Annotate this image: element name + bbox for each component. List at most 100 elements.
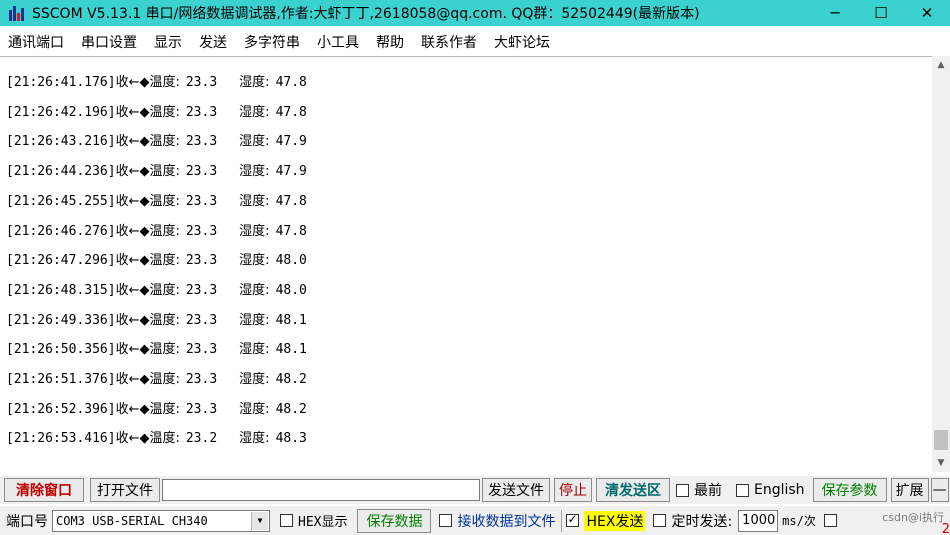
menu-help[interactable]: 帮助 [376,32,404,52]
log-hum-value: 48.0 [275,253,307,269]
menu-contact-author[interactable]: 联系作者 [421,32,477,52]
clear-window-button[interactable]: 清除窗口 [4,478,84,502]
send-file-button[interactable]: 发送文件 [482,478,550,502]
log-temp-label: 温度: [149,282,180,298]
log-hum-label: 湿度: [239,134,270,150]
log-hum-value: 47.9 [275,134,307,150]
stop-button[interactable]: 停止 [554,478,592,502]
chevron-down-icon[interactable]: ▼ [251,511,268,530]
minimize-button[interactable]: ─ [812,0,858,26]
log-direction: 收←◆ [115,431,150,447]
log-timestamp: [21:26:47.296] [6,253,116,269]
add-newline-checkbox[interactable] [823,514,837,527]
menu-multi-string[interactable]: 多字符串 [244,32,300,52]
log-line: [21:26:50.356]收←◆温度: 23.3 湿度: 48.1 [6,338,307,357]
log-temp-label: 温度: [149,253,180,269]
log-line: [21:26:49.336]收←◆温度: 23.3 湿度: 48.1 [6,309,307,328]
red-indicator: 2 [941,522,950,535]
scroll-down-icon[interactable]: ▼ [932,454,950,472]
log-line: [21:26:46.276]收←◆温度: 23.3 湿度: 47.8 [6,220,307,239]
log-direction: 收←◆ [115,134,150,150]
timed-send-label: 定时发送: [671,513,733,530]
english-checkbox[interactable] [736,483,749,497]
log-temp-label: 温度: [149,401,180,417]
hex-send-label: HEX发送 [584,510,646,531]
expand-button[interactable]: 扩展 [890,478,929,502]
topmost-checkbox[interactable] [676,483,689,497]
save-data-button[interactable]: 保存数据 [357,508,432,533]
log-timestamp: [21:26:50.356] [6,342,116,358]
watermark-text: csdn@i执行 [882,511,944,524]
hex-display-checkbox[interactable] [280,514,293,527]
divider [561,509,563,532]
log-timestamp: [21:26:51.376] [6,372,116,387]
log-line: [21:26:43.216]收←◆温度: 23.3 湿度: 47.9 [6,130,307,149]
clear-send-area-button[interactable]: 清发送区 [596,478,670,502]
scroll-up-icon[interactable]: ▲ [932,56,950,74]
log-direction: 收←◆ [115,253,150,269]
hex-send-checkbox[interactable] [566,512,580,527]
log-temp-value: 23.3 [185,134,218,150]
menu-display[interactable]: 显示 [154,32,182,52]
log-line: [21:26:45.255]收←◆温度: 23.3 湿度: 47.8 [6,190,307,209]
log-hum-label: 湿度: [239,401,270,417]
open-file-button[interactable]: 打开文件 [90,478,160,502]
log-temp-value: 23.3 [185,253,218,269]
log-temp-label: 温度: [149,312,180,328]
log-hum-label: 湿度: [239,193,270,209]
menu-serial-settings[interactable]: 串口设置 [81,32,137,52]
log-temp-label: 温度: [149,104,180,120]
topmost-label: 最前 [694,483,722,499]
menu-forum[interactable]: 大虾论坛 [494,32,550,52]
file-path-input[interactable] [162,479,480,501]
scroll-thumb[interactable] [934,430,948,450]
log-hum-label: 湿度: [239,104,270,120]
english-label: English [754,482,805,498]
log-temp-value: 23.3 [185,312,218,328]
log-hum-value: 48.1 [275,312,307,328]
toolbar-row-1: 清除窗口 打开文件 发送文件 停止 清发送区 最前 English 保存参数 扩… [0,476,950,504]
menu-bar: 通讯端口 串口设置 显示 发送 多字符串 小工具 帮助 联系作者 大虾论坛 [0,29,950,54]
menu-tools[interactable]: 小工具 [317,32,359,52]
log-temp-label: 温度: [149,372,180,387]
collapse-button[interactable]: — [930,478,949,502]
log-direction: 收←◆ [115,342,150,358]
receive-text-area[interactable]: [21:26:41.176]收←◆温度: 23.3 湿度: 47.8 [21:26:42… [0,56,932,472]
log-hum-value: 48.2 [275,401,307,417]
log-hum-label: 湿度: [239,75,270,90]
log-line: [21:26:52.396]收←◆温度: 23.3 湿度: 48.2 [6,398,307,417]
log-hum-label: 湿度: [239,253,270,269]
window-title: SSCOM V5.13.1 串口/网络数据调试器,作者:大虾丁丁,2618058… [32,6,700,22]
log-temp-label: 温度: [149,193,180,209]
log-temp-value: 23.3 [185,282,218,298]
log-temp-label: 温度: [149,223,180,239]
port-number-label: 端口号 [6,513,48,530]
receive-vertical-scrollbar[interactable]: ▲ ▼ [932,56,950,472]
menu-comm-port[interactable]: 通讯端口 [8,32,64,52]
log-hum-value: 48.1 [275,342,307,358]
port-select[interactable]: COM3 USB-SERIAL CH340 ▼ [52,509,270,532]
log-line: [21:26:41.176]收←◆温度: 23.3 湿度: 47.8 [6,71,307,90]
log-temp-value: 23.3 [185,193,218,209]
log-hum-label: 湿度: [239,223,270,239]
log-timestamp: [21:26:52.396] [6,401,116,417]
log-timestamp: [21:26:44.236] [6,164,116,180]
log-timestamp: [21:26:48.315] [6,282,116,298]
log-temp-value: 23.3 [185,164,218,180]
interval-input[interactable]: 1000 [738,509,779,532]
recv-to-file-checkbox[interactable] [439,514,453,527]
save-params-button[interactable]: 保存参数 [812,478,887,502]
log-hum-label: 湿度: [239,372,270,387]
log-hum-value: 47.8 [275,193,307,209]
log-hum-label: 湿度: [239,312,270,328]
port-select-value: COM3 USB-SERIAL CH340 [56,513,208,528]
timed-send-checkbox[interactable] [653,514,667,527]
menu-send[interactable]: 发送 [199,32,227,52]
maximize-button[interactable]: ☐ [858,0,904,26]
close-button[interactable]: ✕ [904,0,950,26]
hex-display-label: HEX显示 [298,515,348,530]
log-timestamp: [21:26:53.416] [6,431,116,447]
log-hum-label: 湿度: [239,164,270,180]
log-timestamp: [21:26:41.176] [6,75,116,90]
log-hum-value: 47.8 [275,223,307,239]
